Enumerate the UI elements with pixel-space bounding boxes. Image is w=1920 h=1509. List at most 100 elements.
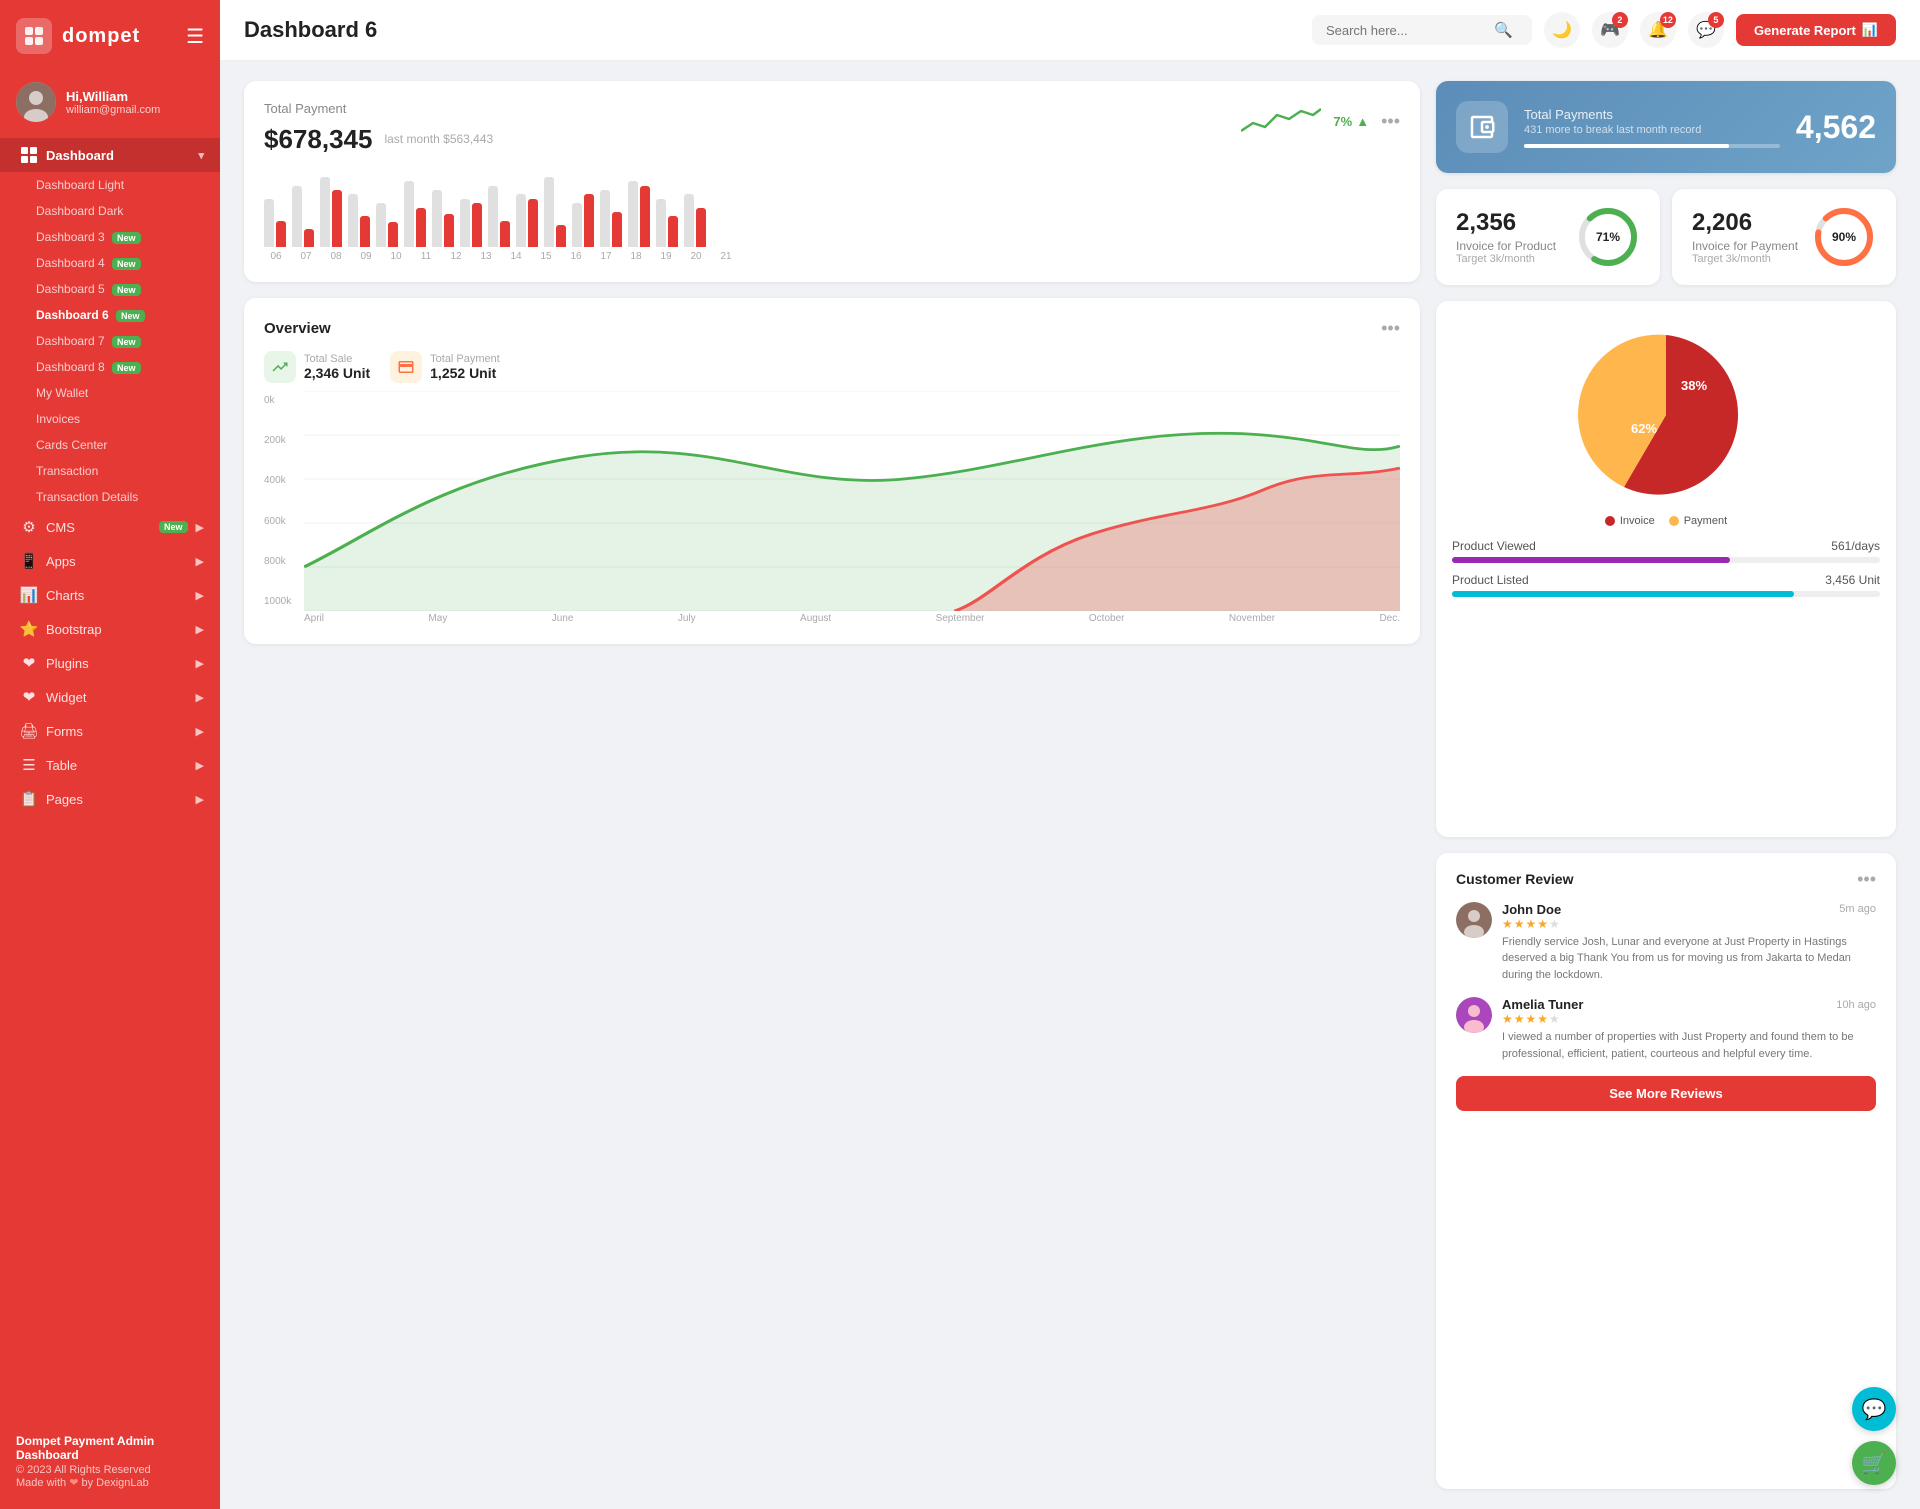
games-badge: 2 bbox=[1612, 12, 1628, 28]
games-btn[interactable]: 🎮 2 bbox=[1592, 12, 1628, 48]
sidebar-item-pages[interactable]: 📋 Pages ▶ bbox=[0, 782, 220, 816]
bar-grey bbox=[460, 199, 470, 247]
invoice-payment-info: 2,206 Invoice for Payment Target 3k/mont… bbox=[1692, 209, 1800, 265]
sidebar-sub-items: Dashboard Light Dashboard Dark Dashboard… bbox=[0, 172, 220, 510]
sidebar-item-charts[interactable]: 📊 Charts ▶ bbox=[0, 578, 220, 612]
review-time-john: 5m ago bbox=[1839, 903, 1876, 915]
sidebar-sub-item-invoices[interactable]: Invoices bbox=[0, 406, 220, 432]
bar-x-label: 06 bbox=[264, 251, 288, 262]
overview-total-payment-info: Total Payment 1,252 Unit bbox=[430, 353, 500, 381]
see-more-reviews-button[interactable]: See More Reviews bbox=[1456, 1076, 1876, 1111]
payment-dot bbox=[1669, 516, 1679, 526]
theme-toggle-btn[interactable]: 🌙 bbox=[1544, 12, 1580, 48]
pages-arrow: ▶ bbox=[196, 793, 204, 806]
sidebar-item-plugins[interactable]: ❤ Plugins ▶ bbox=[0, 646, 220, 680]
sidebar-sub-item-wallet[interactable]: My Wallet bbox=[0, 380, 220, 406]
forms-icon: 🖨 bbox=[20, 722, 38, 740]
notifications-btn[interactable]: 🔔 12 bbox=[1640, 12, 1676, 48]
review-avatar-john bbox=[1456, 902, 1492, 938]
product-viewed-header: Product Viewed 561/days bbox=[1452, 539, 1880, 553]
bar-group bbox=[684, 194, 706, 247]
sidebar-item-apps[interactable]: 📱 Apps ▶ bbox=[0, 544, 220, 578]
bar-red bbox=[416, 208, 426, 247]
floating-cart-btn[interactable]: 🛒 bbox=[1852, 1441, 1896, 1485]
total-payment-trend-value: 7% ▲ bbox=[1333, 114, 1369, 129]
product-listed-header: Product Listed 3,456 Unit bbox=[1452, 573, 1880, 587]
plugins-label: Plugins bbox=[46, 656, 188, 671]
sidebar-sub-item-transaction[interactable]: Transaction bbox=[0, 458, 220, 484]
page-title: Dashboard 6 bbox=[244, 17, 1300, 43]
search-input[interactable] bbox=[1326, 23, 1486, 38]
table-label: Table bbox=[46, 758, 188, 773]
sidebar-sub-item-dashboard-dark[interactable]: Dashboard Dark bbox=[0, 198, 220, 224]
sidebar-item-widget[interactable]: ❤ Widget ▶ bbox=[0, 680, 220, 714]
sidebar-item-bootstrap[interactable]: ⭐ Bootstrap ▶ bbox=[0, 612, 220, 646]
sidebar-sub-item-dashboard-light[interactable]: Dashboard Light bbox=[0, 172, 220, 198]
floating-chat-btn[interactable]: 💬 bbox=[1852, 1387, 1896, 1431]
sidebar-sub-item-dashboard-4[interactable]: Dashboard 4 New bbox=[0, 250, 220, 276]
bar-x-label: 13 bbox=[474, 251, 498, 262]
pie-chart-container: 62% 38% bbox=[1452, 325, 1880, 505]
sidebar-sub-item-dashboard-6[interactable]: Dashboard 6 New bbox=[0, 302, 220, 328]
bar-x-label: 09 bbox=[354, 251, 378, 262]
bar-x-label: 07 bbox=[294, 251, 318, 262]
review-time-amelia: 10h ago bbox=[1836, 999, 1876, 1011]
sidebar-hamburger-btn[interactable]: ☰ bbox=[186, 24, 204, 49]
forms-arrow: ▶ bbox=[196, 725, 204, 738]
sidebar-item-dashboard[interactable]: Dashboard ▾ bbox=[0, 138, 220, 172]
review-title: Customer Review bbox=[1456, 871, 1573, 887]
cms-badge: New bbox=[159, 521, 188, 533]
review-name-john: John Doe bbox=[1502, 902, 1561, 917]
sidebar-footer: Dompet Payment Admin Dashboard © 2023 Al… bbox=[0, 1418, 220, 1493]
review-more-btn[interactable]: ••• bbox=[1857, 869, 1876, 890]
pie-stats-card: 62% 38% Invoice Payment bbox=[1436, 301, 1896, 837]
sidebar-item-table[interactable]: ☰ Table ▶ bbox=[0, 748, 220, 782]
total-payments-info: Total Payments 431 more to break last mo… bbox=[1524, 107, 1780, 148]
invoice-product-label: Invoice for Product bbox=[1456, 239, 1564, 253]
main-area: Dashboard 6 🔍 🌙 🎮 2 🔔 12 💬 5 Generate Re… bbox=[220, 0, 1920, 1509]
sidebar-sub-item-dashboard-5[interactable]: Dashboard 5 New bbox=[0, 276, 220, 302]
total-payments-progress-bar bbox=[1524, 144, 1780, 148]
area-chart-container: 1000k 800k 600k 400k 200k 0k bbox=[264, 391, 1400, 611]
total-payment-last-month: last month $563,443 bbox=[384, 132, 493, 146]
apps-icon: 📱 bbox=[20, 552, 38, 570]
total-sale-icon bbox=[264, 351, 296, 383]
bar-red bbox=[332, 190, 342, 247]
apps-arrow: ▶ bbox=[196, 555, 204, 568]
bar-x-label: 12 bbox=[444, 251, 468, 262]
trend-arrow-icon: ▲ bbox=[1356, 114, 1369, 129]
product-viewed-bar bbox=[1452, 557, 1880, 563]
sidebar-item-forms[interactable]: 🖨 Forms ▶ bbox=[0, 714, 220, 748]
product-viewed-stat: Product Viewed 561/days bbox=[1452, 539, 1880, 563]
footer-copy: © 2023 All Rights Reserved bbox=[16, 1464, 204, 1476]
sidebar-sub-item-dashboard-3[interactable]: Dashboard 3 New bbox=[0, 224, 220, 250]
invoice-legend-label: Invoice bbox=[1620, 515, 1655, 527]
user-name: Hi,William bbox=[66, 89, 160, 104]
topbar: Dashboard 6 🔍 🌙 🎮 2 🔔 12 💬 5 Generate Re… bbox=[220, 0, 1920, 61]
bar-x-label: 11 bbox=[414, 251, 438, 262]
total-payments-card: Total Payments 431 more to break last mo… bbox=[1436, 81, 1896, 173]
sidebar-sub-item-dashboard-7[interactable]: Dashboard 7 New bbox=[0, 328, 220, 354]
total-payment-more-btn[interactable]: ••• bbox=[1381, 111, 1400, 132]
area-chart-y-labels: 1000k 800k 600k 400k 200k 0k bbox=[264, 391, 304, 611]
bar-group bbox=[516, 194, 538, 247]
bar-grey bbox=[432, 190, 442, 247]
generate-report-button[interactable]: Generate Report 📊 bbox=[1736, 14, 1896, 46]
sidebar-sub-item-cards[interactable]: Cards Center bbox=[0, 432, 220, 458]
bar-group bbox=[544, 177, 566, 247]
sidebar-sub-item-transaction-details[interactable]: Transaction Details bbox=[0, 484, 220, 510]
bar-x-label: 14 bbox=[504, 251, 528, 262]
review-text-amelia: I viewed a number of properties with Jus… bbox=[1502, 1029, 1876, 1062]
sidebar-item-cms[interactable]: ⚙ CMS New ▶ bbox=[0, 510, 220, 544]
total-payment-title: Total Payment bbox=[264, 101, 493, 116]
sidebar-sub-item-dashboard-8[interactable]: Dashboard 8 New bbox=[0, 354, 220, 380]
bar-x-label: 18 bbox=[624, 251, 648, 262]
bar-grey bbox=[544, 177, 554, 247]
bootstrap-arrow: ▶ bbox=[196, 623, 204, 636]
overview-more-btn[interactable]: ••• bbox=[1381, 318, 1400, 339]
messages-btn[interactable]: 💬 5 bbox=[1688, 12, 1724, 48]
bar-red bbox=[584, 194, 594, 247]
total-payments-label: Total Payments bbox=[1524, 107, 1780, 122]
chart-bar-icon: 📊 bbox=[1862, 22, 1878, 38]
bar-red bbox=[360, 216, 370, 247]
